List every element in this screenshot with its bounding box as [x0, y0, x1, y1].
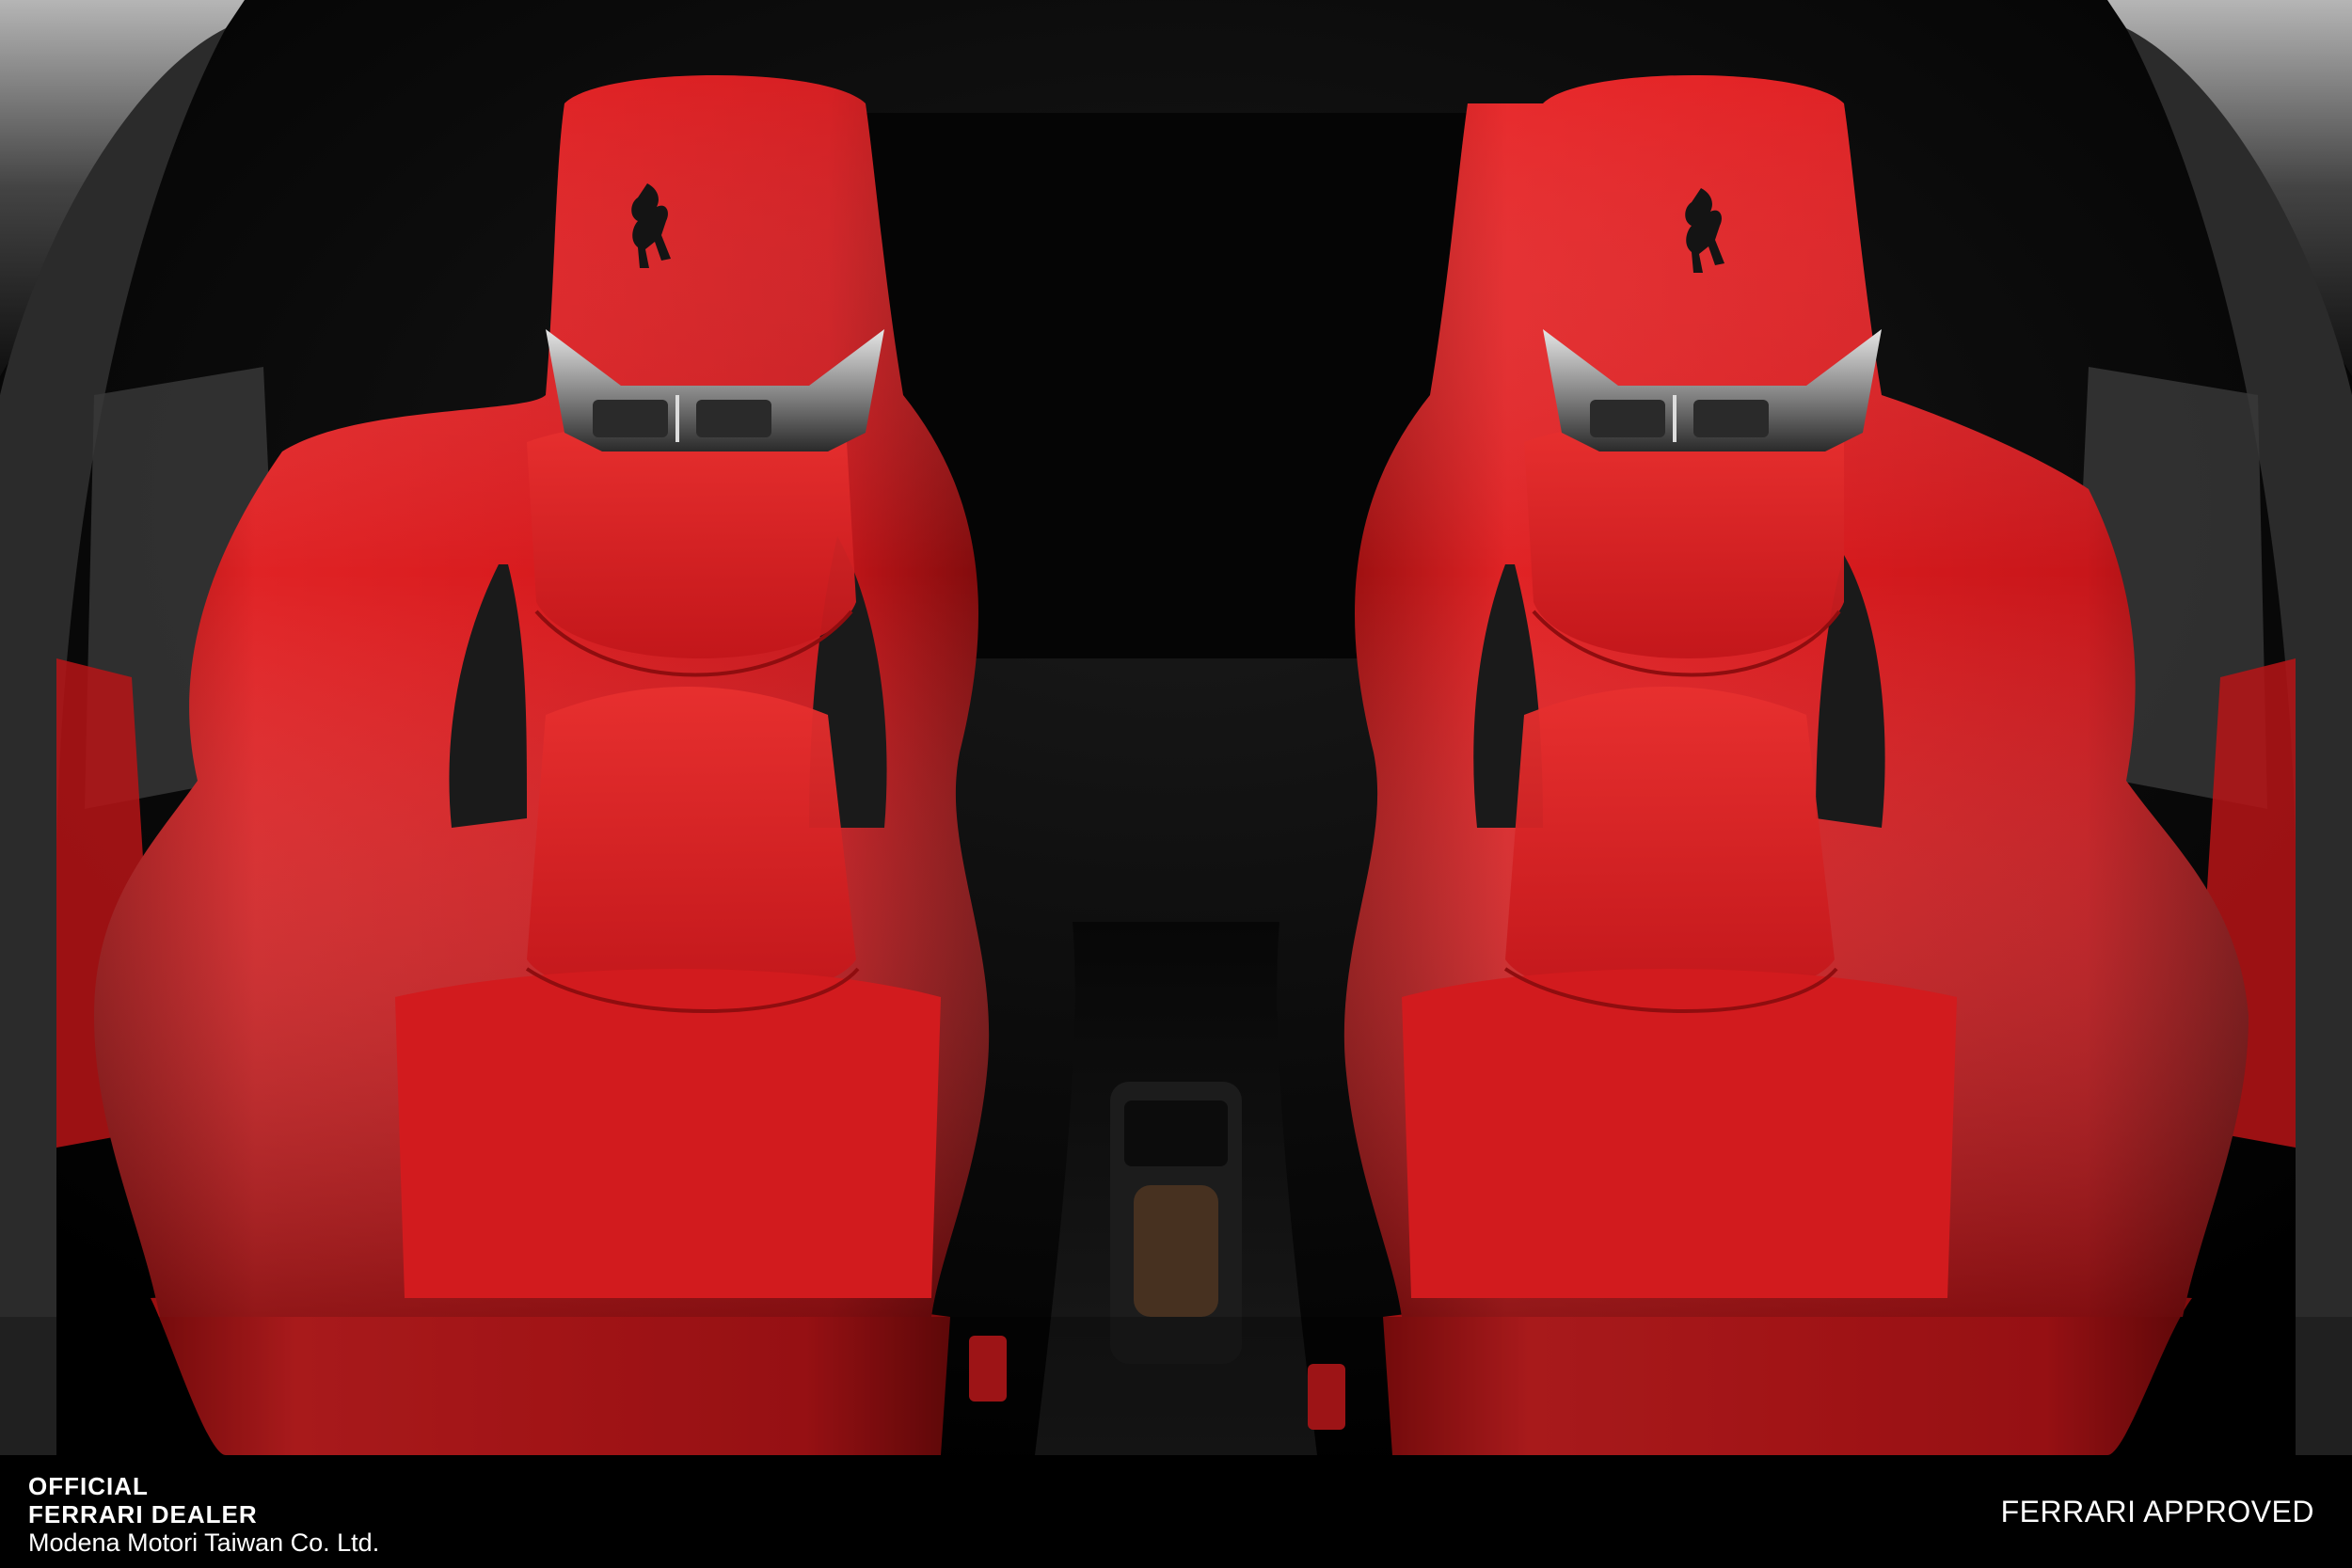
ferrari-approved-label: FERRARI APPROVED	[2000, 1495, 2314, 1528]
official-label: OFFICIAL	[28, 1472, 149, 1500]
interior-photo	[0, 0, 2352, 1455]
dealer-name: Modena Motori Taiwan Co. Ltd.	[28, 1528, 380, 1557]
dealer-footer: OFFICIAL FERRARI DEALER Modena Motori Ta…	[0, 1455, 2352, 1568]
dealer-block: OFFICIAL FERRARI DEALER Modena Motori Ta…	[28, 1472, 379, 1557]
ferrari-dealer-label: FERRARI DEALER	[28, 1500, 258, 1528]
